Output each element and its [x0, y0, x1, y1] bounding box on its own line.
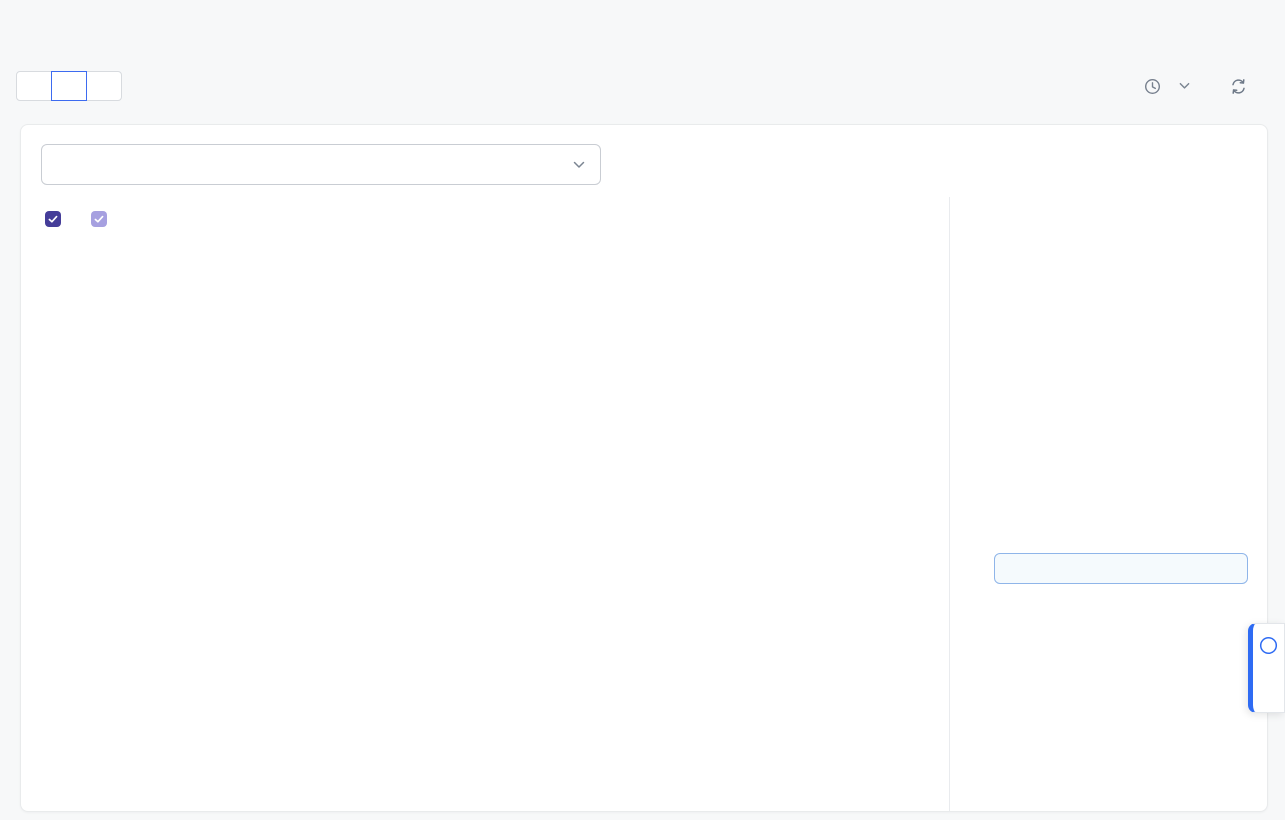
clock-icon: [1144, 78, 1161, 95]
legend-checkbox-pa4-par[interactable]: [91, 211, 115, 227]
metrics-panel: [20, 124, 1268, 812]
connection-type-toggle: [16, 71, 122, 101]
checkbox-checked-light: [91, 211, 107, 227]
toggle-ce-button[interactable]: [16, 71, 52, 101]
chevron-down-icon: [573, 161, 585, 169]
series-legend: [45, 209, 115, 229]
top-nav: [25, 0, 169, 57]
toggle-ce-ce-button[interactable]: [86, 71, 122, 101]
question-circle-icon: [1259, 636, 1278, 655]
checkmark-icon: [47, 213, 59, 225]
brush-overview-chart[interactable]: [31, 651, 949, 781]
metric-sidebar: [949, 125, 1269, 811]
toggle-ce-re-button[interactable]: [51, 71, 87, 101]
checkbox-checked-dark: [45, 211, 61, 227]
help-tab-label: [1252, 680, 1285, 696]
chevron-down-icon: [1179, 82, 1190, 90]
metric-item-latency-selected[interactable]: [994, 553, 1248, 584]
help-tab[interactable]: [1248, 623, 1285, 713]
refresh-control[interactable]: [1230, 78, 1256, 95]
legend-checkbox-ny8-nyc[interactable]: [45, 211, 69, 227]
connector-select[interactable]: [41, 144, 601, 185]
time-range-selector[interactable]: [1144, 78, 1190, 95]
checkmark-icon: [93, 213, 105, 225]
refresh-icon: [1230, 78, 1247, 95]
latency-line-chart: [31, 229, 949, 649]
chart-controls: [1144, 71, 1256, 101]
